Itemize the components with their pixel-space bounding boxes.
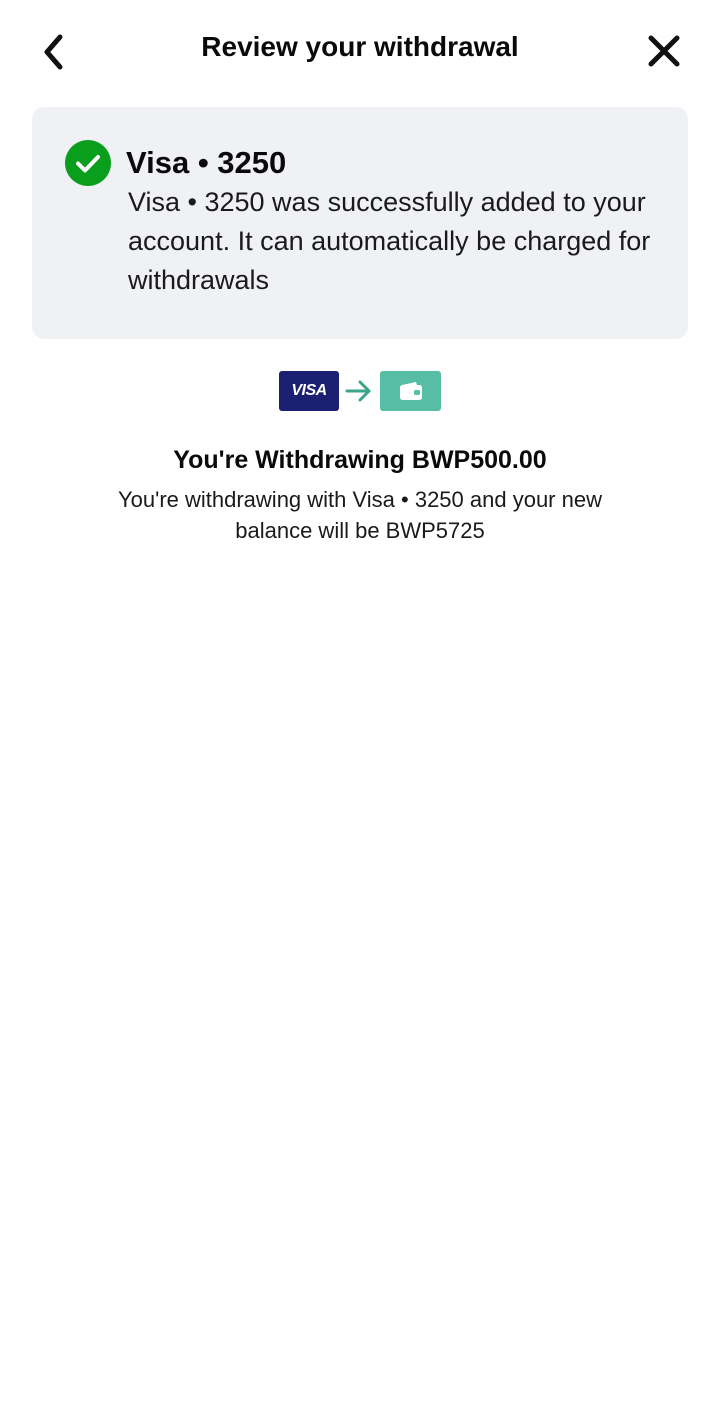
page-title: Review your withdrawal [201,31,519,62]
withdrawal-summary-title: You're Withdrawing BWP500.00 [173,446,547,474]
close-button[interactable] [640,27,688,75]
withdrawal-summary-message: You're withdrawing with Visa • 3250 and … [118,487,602,543]
back-button[interactable] [30,28,78,76]
chevron-left-icon [44,34,63,70]
wallet-icon [399,382,422,400]
arrow-right-icon [345,380,371,402]
notice-message: Visa • 3250 was successfully added to yo… [128,187,651,295]
header: Review your withdrawal [0,0,720,100]
close-icon [648,35,680,67]
wallet-badge [380,371,441,411]
transfer-flow: VISA [279,371,441,411]
success-notice: Visa • 3250 Visa • 3250 was successfully… [32,107,688,339]
visa-label: VISA [291,382,327,399]
notice-title: Visa • 3250 [126,145,287,180]
check-circle-icon [65,140,111,186]
visa-card-badge: VISA [279,371,339,411]
